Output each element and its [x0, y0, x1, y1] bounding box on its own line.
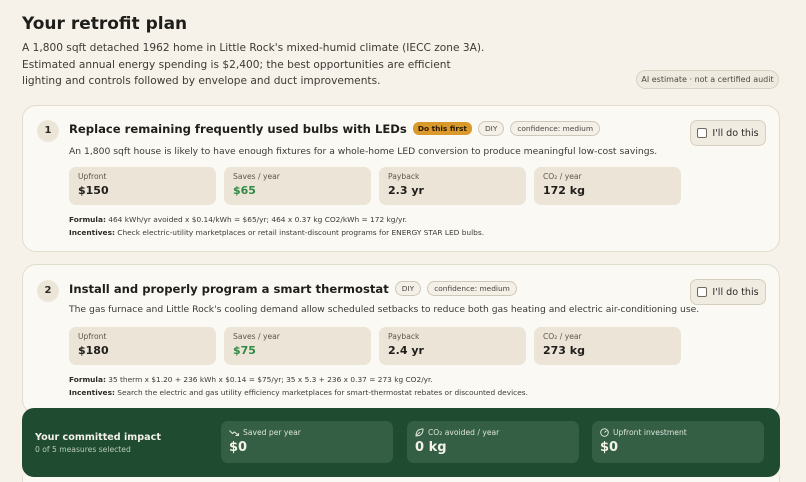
- commit-checkbox[interactable]: [697, 128, 708, 138]
- step-number: 2: [37, 280, 59, 302]
- incentives-label: Incentives:: [69, 388, 115, 397]
- measure-title: Install and properly program a smart the…: [69, 281, 389, 296]
- impact-tile-co2: CO₂ avoided / year 0 kg: [407, 421, 579, 463]
- type-tag: DIY: [477, 121, 505, 136]
- stat-label: Saves / year: [233, 172, 280, 181]
- committed-impact-bar: Your committed impact 0 of 5 measures se…: [22, 408, 780, 477]
- stat-value: $150: [78, 184, 109, 197]
- incentives-line: Incentives: Check electric-utility marke…: [69, 226, 484, 239]
- impact-tile-upfront: Upfront investment $0: [592, 421, 764, 463]
- stat-payback: Payback 2.4 yr: [379, 327, 526, 365]
- measure-stats: Upfront $180 Saves / year $75 Payback 2.…: [69, 327, 681, 365]
- commit-label: I'll do this: [712, 127, 759, 139]
- impact-tile-value: $0: [600, 440, 619, 455]
- measure-description: An 1,800 sqft house is likely to have en…: [69, 146, 658, 157]
- stat-label: CO₂ / year: [543, 172, 582, 181]
- measure-notes: Formula: 35 therm x $1.20 + 236 kWh x $0…: [69, 373, 528, 399]
- gauge-icon: [600, 428, 609, 437]
- stat-value: 273 kg: [543, 344, 585, 357]
- impact-tile-label: CO₂ avoided / year: [428, 428, 500, 437]
- incentives-text: Search the electric and gas utility effi…: [117, 388, 528, 397]
- impact-tile-label: Upfront investment: [613, 428, 687, 437]
- stat-savings: Saves / year $75: [224, 327, 371, 365]
- priority-tag: Do this first: [412, 122, 472, 135]
- incentives-line: Incentives: Search the electric and gas …: [69, 386, 528, 399]
- step-number: 1: [37, 120, 59, 142]
- impact-tile-value: $0: [229, 440, 248, 455]
- formula-label: Formula:: [69, 375, 106, 384]
- stat-upfront: Upfront $150: [69, 167, 216, 205]
- formula-label: Formula:: [69, 215, 106, 224]
- plan-intro: A 1,800 sqft detached 1962 home in Littl…: [22, 42, 485, 87]
- type-tag: DIY: [394, 281, 422, 296]
- stat-label: Payback: [388, 332, 420, 341]
- impact-title: Your committed impact: [35, 432, 161, 443]
- measure-notes: Formula: 464 kWh/yr avoided x $0.14/kWh …: [69, 213, 484, 239]
- impact-tile-value: 0 kg: [415, 440, 447, 455]
- stat-value: $180: [78, 344, 109, 357]
- confidence-tag: confidence: medium: [510, 121, 601, 136]
- commit-label: I'll do this: [712, 286, 759, 298]
- confidence-tag: confidence: medium: [427, 281, 517, 296]
- stat-label: Upfront: [78, 172, 107, 181]
- formula-text: 464 kWh/yr avoided x $0.14/kWh = $65/yr;…: [108, 215, 408, 224]
- commit-checkbox[interactable]: [697, 287, 708, 297]
- measure-title: Replace remaining frequently used bulbs …: [69, 121, 407, 136]
- stat-upfront: Upfront $180: [69, 327, 216, 365]
- impact-subtitle: 0 of 5 measures selected: [35, 445, 131, 454]
- leaf-icon: [415, 428, 424, 437]
- stat-value: $65: [233, 184, 256, 197]
- stat-payback: Payback 2.3 yr: [379, 167, 526, 205]
- stat-label: Upfront: [78, 332, 107, 341]
- incentives-label: Incentives:: [69, 228, 115, 237]
- stat-label: CO₂ / year: [543, 332, 582, 341]
- stat-value: 172 kg: [543, 184, 585, 197]
- formula-line: Formula: 35 therm x $1.20 + 236 kWh x $0…: [69, 373, 528, 386]
- stat-co2: CO₂ / year 172 kg: [534, 167, 681, 205]
- trend-down-icon: [229, 429, 239, 437]
- stat-label: Saves / year: [233, 332, 280, 341]
- stat-co2: CO₂ / year 273 kg: [534, 327, 681, 365]
- measure-card: 2 Install and properly program a smart t…: [22, 264, 780, 414]
- stat-savings: Saves / year $65: [224, 167, 371, 205]
- stat-value: 2.4 yr: [388, 344, 424, 357]
- measure-card: 1 Replace remaining frequently used bulb…: [22, 105, 780, 252]
- stat-value: 2.3 yr: [388, 184, 424, 197]
- measure-description: The gas furnace and Little Rock's coolin…: [69, 304, 700, 315]
- measure-stats: Upfront $150 Saves / year $65 Payback 2.…: [69, 167, 681, 205]
- ai-estimate-badge: AI estimate · not a certified audit: [636, 70, 779, 89]
- stat-value: $75: [233, 344, 256, 357]
- commit-button[interactable]: I'll do this: [690, 120, 766, 146]
- formula-line: Formula: 464 kWh/yr avoided x $0.14/kWh …: [69, 213, 484, 226]
- stat-label: Payback: [388, 172, 420, 181]
- impact-tile-savings: Saved per year $0: [221, 421, 393, 463]
- incentives-text: Check electric-utility marketplaces or r…: [117, 228, 485, 237]
- impact-tile-label: Saved per year: [243, 428, 301, 437]
- page-title: Your retrofit plan: [22, 14, 188, 34]
- formula-text: 35 therm x $1.20 + 236 kWh x $0.14 = $75…: [108, 375, 433, 384]
- commit-button[interactable]: I'll do this: [690, 279, 766, 305]
